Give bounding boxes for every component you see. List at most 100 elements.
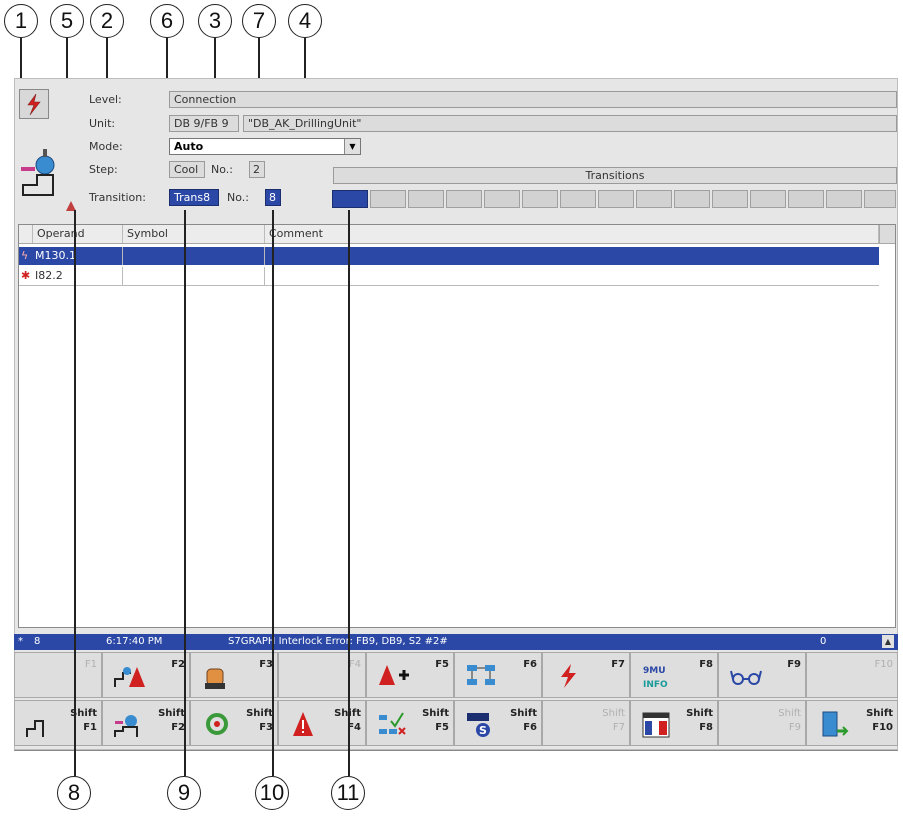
callout-8: 8 [57,776,91,810]
exit-door-icon [822,711,849,737]
f1-button[interactable]: F1 [14,652,102,698]
f5-button[interactable]: F5 [366,652,454,698]
leader-line [348,210,350,776]
mode-label: Mode: [89,140,123,153]
shift-f6-label: Shift F6 [510,708,537,733]
cycle-icon [206,713,228,735]
mode-value: Auto [174,140,204,153]
table-row[interactable]: ✱ I82.2 [19,267,879,286]
f10-label: F10 [874,659,893,670]
transition-cell[interactable] [674,190,710,208]
chevron-down-icon[interactable]: ▼ [344,139,360,154]
transition-label: Transition: [89,191,146,204]
alarm-add-icon [379,665,409,685]
transition-cell[interactable] [712,190,748,208]
status-marker: * [18,636,23,647]
f9-button[interactable]: F9 [718,652,806,698]
transition-cell[interactable] [636,190,672,208]
f7-label: F7 [611,659,625,670]
transition-cell[interactable] [522,190,558,208]
f6-label: F6 [523,659,537,670]
transition-cell[interactable] [370,190,406,208]
transition-alarm-icon [65,197,77,211]
transition-cell[interactable] [750,190,786,208]
shift-f9-button[interactable]: Shift F9 [718,700,806,746]
column-header-symbol[interactable]: Symbol [123,225,265,243]
f4-button[interactable]: F4 [278,652,366,698]
s-module-icon: S [467,713,490,737]
shift-f8-label: Shift F8 [686,708,713,733]
operand-cell: M130.1 [19,247,123,265]
shift-f3-button[interactable]: Shift F3 [190,700,278,746]
table-header-corner [19,225,33,243]
shift-f6-button[interactable]: S Shift F6 [454,700,542,746]
step-label: Step: [89,163,118,176]
status-bar: * 8 6:17:40 PM S7GRAPH Interlock Error: … [14,634,898,650]
check-network-icon [379,712,406,735]
callout-10: 10 [255,776,289,810]
symbol-cell [123,247,265,265]
unit-label: Unit: [89,117,116,130]
operand-cell: I82.2 [19,267,123,285]
shift-f8-button[interactable]: Shift F8 [630,700,718,746]
callout-1: 1 [4,4,38,38]
f8-label: F8 [699,659,713,670]
shift-f5-button[interactable]: Shift F5 [366,700,454,746]
sequencer-graphic-icon [19,139,73,199]
transition-field: Trans8 [169,189,219,206]
f2-label: F2 [171,659,185,670]
symbol-cell [123,267,265,285]
transition-cell[interactable] [408,190,444,208]
f10-button[interactable]: F10 [806,652,898,698]
unit-db-field: DB 9/FB 9 [169,115,239,132]
flag-window-icon [642,712,670,738]
callout-7: 7 [242,4,276,38]
transition-cell[interactable] [560,190,596,208]
info-icon: 9MU INFO [643,666,668,690]
f3-button[interactable]: F3 [190,652,278,698]
operand-table: Operand Symbol Comment ϟ M130.1 ✱ I82.2 [18,224,896,628]
f7-button[interactable]: F7 [542,652,630,698]
shift-f7-label: Shift F7 [602,708,625,733]
transition-cell[interactable] [864,190,896,208]
shift-f2-button[interactable]: Shift F2 [102,700,190,746]
column-header-comment[interactable]: Comment [265,225,879,243]
transition-cell[interactable] [332,190,368,208]
function-key-row-2: ShiftF1 ShiftF2 ShiftF3 ShiftF4 ShiftF5 … [14,700,898,746]
svg-text:INFO: INFO [643,680,668,690]
shift-f1-button[interactable]: Shift F1 [14,700,102,746]
hand-icon [205,668,225,689]
transition-cell[interactable] [446,190,482,208]
transition-cell[interactable] [484,190,520,208]
comment-cell [265,247,879,265]
f8-button[interactable]: 9MU INFO F8 [630,652,718,698]
callout-9: 9 [167,776,201,810]
comment-cell [265,267,879,285]
table-row[interactable]: ϟ M130.1 [19,247,879,265]
shift-f10-button[interactable]: Shift F10 [806,700,898,746]
leader-line [272,210,274,776]
leader-line [184,210,186,776]
shift-f4-button[interactable]: ShiftF4 [278,700,366,746]
f2-button[interactable]: F2 [102,652,190,698]
transition-cell[interactable] [598,190,634,208]
svg-text:S: S [479,724,487,737]
mode-select[interactable]: Auto ▼ [169,138,361,155]
function-key-row-1: F1 F2 F3 F4 F5 F6 F7 9MU INFO F8 F9 F10 [14,652,898,698]
network-icon [467,665,495,685]
transition-no-label: No.: [227,191,249,204]
bottom-divider [14,750,898,757]
shift-f7-button[interactable]: Shift F7 [542,700,630,746]
callout-3: 3 [198,4,232,38]
leader-line [74,210,76,776]
connection-button[interactable] [19,89,49,119]
status-scroll-button[interactable]: ▲ [882,635,894,648]
f6-button[interactable]: F6 [454,652,542,698]
shift-f3-label: Shift F3 [246,708,273,733]
callout-4: 4 [288,4,322,38]
sequencer-icon [114,715,138,737]
column-header-operand[interactable]: Operand [33,225,123,243]
transition-cell[interactable] [788,190,824,208]
glasses-icon [730,670,762,685]
transition-cell[interactable] [826,190,862,208]
